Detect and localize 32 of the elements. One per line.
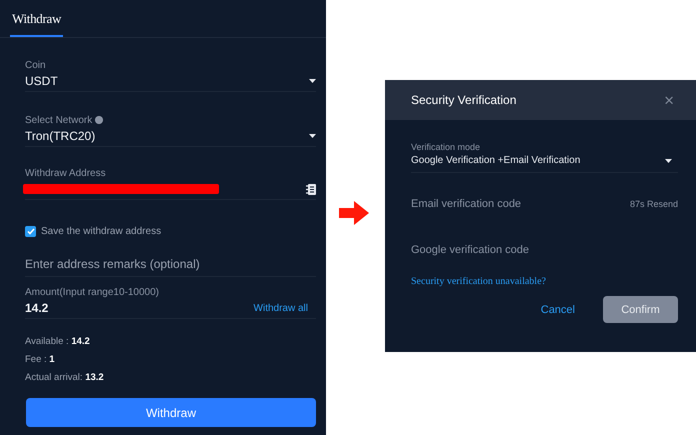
coin-select[interactable]: USDT [25, 74, 316, 88]
google-code-field[interactable]: Google verification code [411, 244, 678, 256]
summary-line: Actual arrival: 13.2 [25, 372, 104, 383]
email-code-field[interactable]: Email verification code [411, 198, 630, 210]
remarks-field[interactable]: Enter address remarks (optional) [25, 257, 316, 271]
withdraw-button[interactable]: Withdraw [26, 398, 316, 427]
help-link[interactable]: Security verification unavailable? [411, 276, 546, 287]
summary-line: Available : 14.2 [25, 336, 90, 347]
verification-mode-select[interactable]: Google Verification +Email Verification [411, 152, 678, 173]
info-icon [95, 116, 104, 124]
caret-icon [309, 134, 316, 138]
network-select[interactable]: Tron(TRC20) [25, 129, 316, 143]
field-label: Select Network [25, 115, 92, 126]
address-book-icon[interactable] [306, 184, 316, 194]
resend-button[interactable]: 87s Resend [630, 199, 678, 209]
amount-field[interactable]: 14.2 [25, 301, 48, 315]
caret-icon [665, 158, 672, 162]
checkbox[interactable] [25, 226, 36, 237]
close-button[interactable]: × [664, 92, 674, 108]
field-label: Coin [25, 60, 46, 71]
withdraw-all-link[interactable]: Withdraw all [254, 302, 308, 314]
arrow-icon [339, 200, 369, 224]
checkbox-label: Save the withdraw address [41, 226, 162, 237]
address-field[interactable] [25, 182, 316, 196]
dialog-title: Security Verification [411, 93, 516, 107]
text-button[interactable]: Cancel [540, 304, 575, 316]
field-label: Amount(Input range10-10000) [25, 287, 159, 298]
caret-icon [309, 79, 316, 83]
tab[interactable]: Withdraw [10, 0, 64, 37]
summary-line: Fee : 1 [25, 354, 55, 365]
field-label: Withdraw Address [25, 168, 106, 179]
field-label: Verification mode [411, 142, 482, 152]
